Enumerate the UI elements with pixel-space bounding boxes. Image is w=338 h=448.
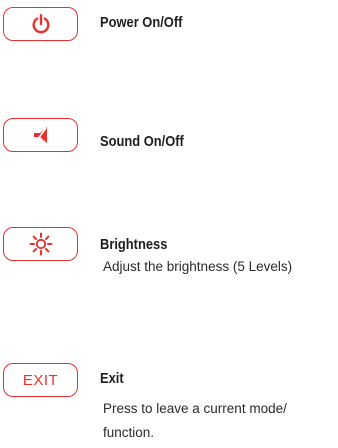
power-button[interactable]	[3, 7, 78, 41]
sound-title: Sound On/Off	[100, 133, 184, 150]
description-line: Adjust the brightness (5 Levels)	[103, 259, 293, 274]
description-line: Press to leave a current mode/	[103, 401, 287, 416]
sound-button[interactable]	[3, 118, 78, 152]
exit-button[interactable]: EXIT	[3, 363, 78, 397]
brightness-button[interactable]	[3, 227, 78, 261]
brightness-description: Adjust the brightness (5 Levels)	[103, 255, 292, 279]
exit-button-label: EXIT	[22, 371, 59, 389]
power-title: Power On/Off	[100, 14, 183, 31]
brightness-title: Brightness	[100, 236, 168, 253]
exit-description: Press to leave a current mode/ function.	[103, 397, 287, 445]
brightness-icon	[29, 232, 53, 256]
power-icon	[30, 13, 52, 35]
speaker-icon	[30, 124, 52, 146]
exit-title: Exit	[100, 370, 124, 387]
description-line: function.	[103, 425, 155, 440]
